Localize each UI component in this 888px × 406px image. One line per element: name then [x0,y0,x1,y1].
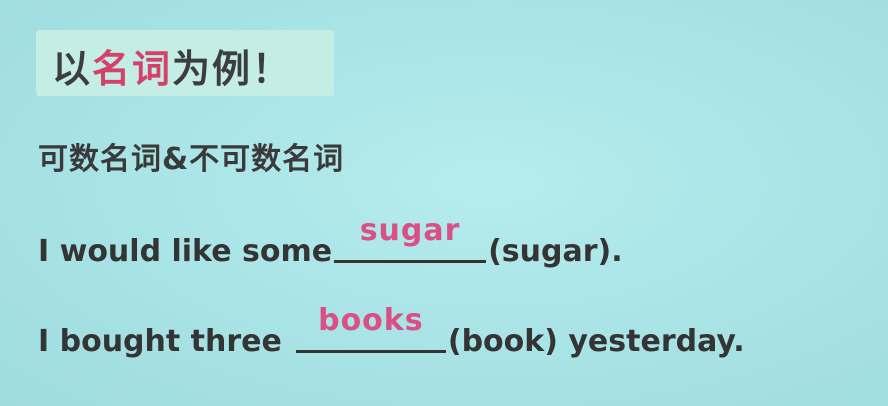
sentence-2-before: I bought three [38,324,282,359]
sentence-1-answer: sugar [359,213,461,248]
slide-subheading: 可数名词&不可数名词 [38,142,345,177]
sentence-1-after: (sugar). [488,234,623,269]
heading-suffix: 为例！ [172,47,293,91]
sentence-2-blank: books [295,303,446,353]
sentence-1-blank: sugar [334,213,487,263]
heading-accent: 名词 [92,47,173,91]
example-sentence-2: I bought three books (book) yesterday. [38,303,745,359]
slide-heading: 以名词为例！ [52,38,292,93]
example-sentence-1: I would like some sugar (sugar). [38,213,623,269]
sentence-1-before: I would like some [38,234,333,269]
sentence-2-answer: books [318,303,424,338]
sentence-2-after: (book) yesterday. [447,324,745,359]
heading-prefix: 以 [52,47,93,91]
